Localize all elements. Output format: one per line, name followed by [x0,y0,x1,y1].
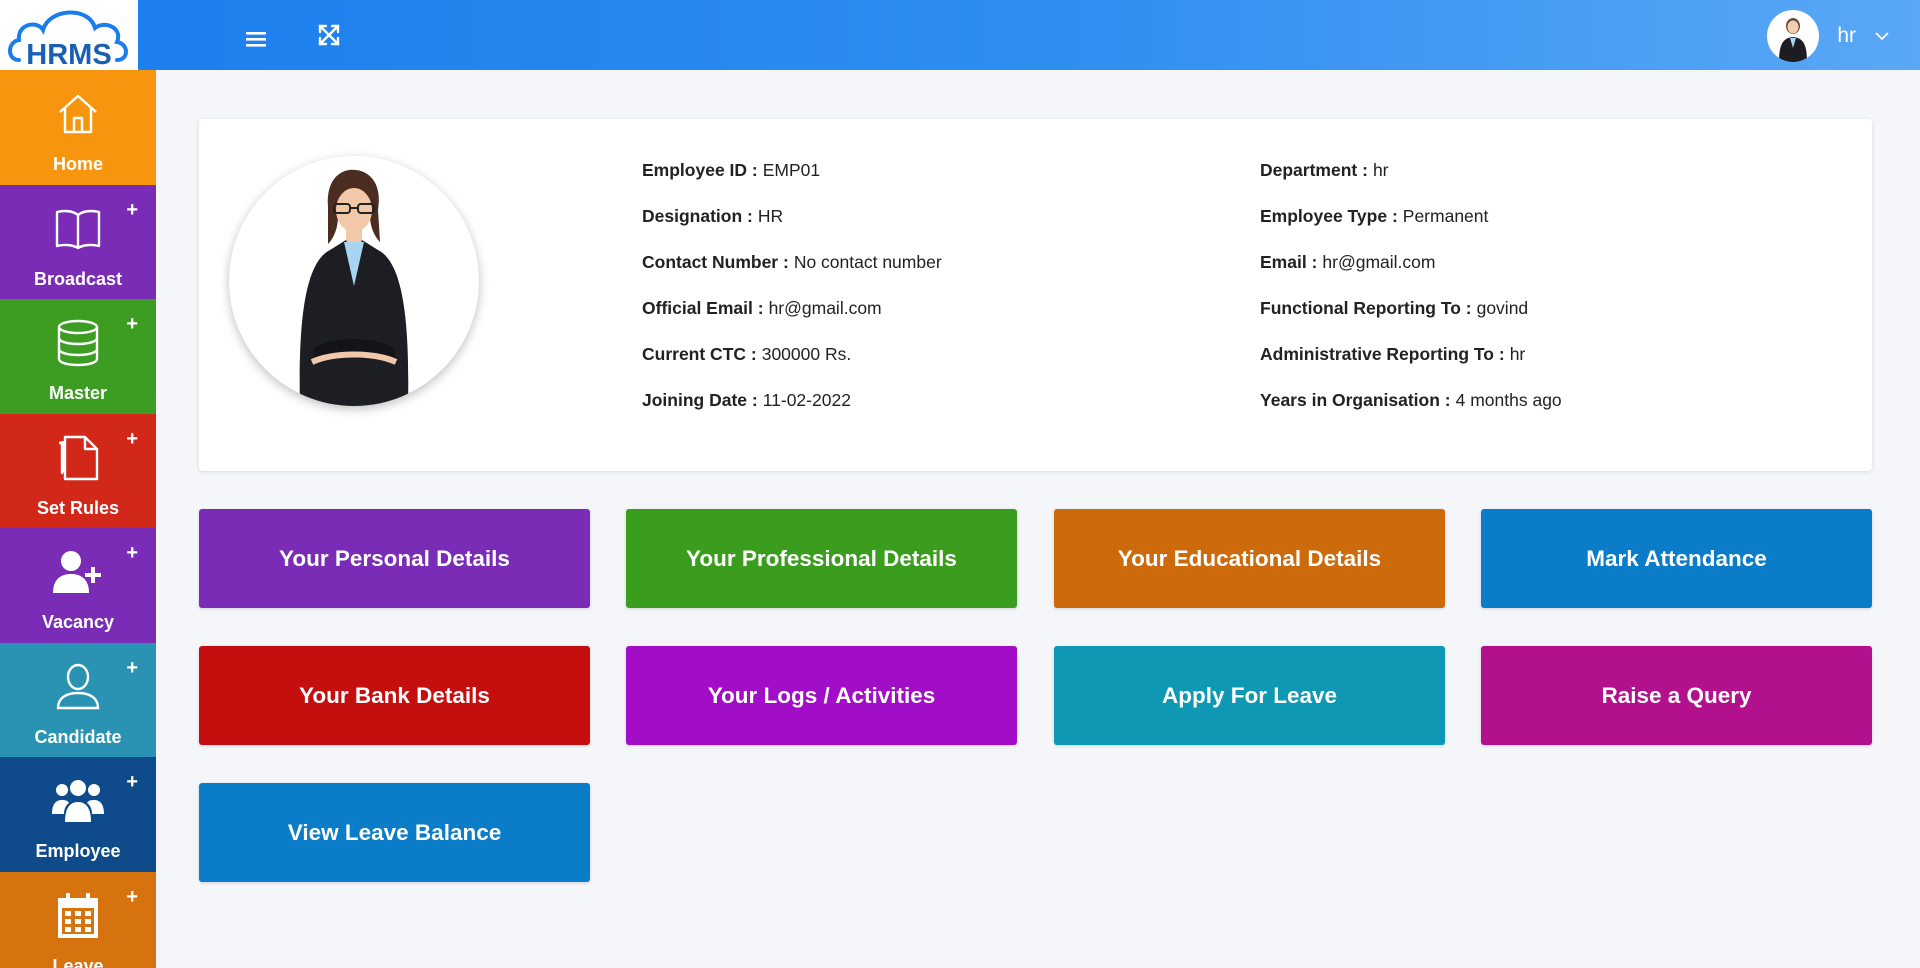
users-icon [50,773,106,829]
expand-plus-icon[interactable]: + [126,428,138,451]
sidebar-item-leave[interactable]: Leave + [0,871,156,968]
sidebar-item-employee[interactable]: Employee + [0,757,156,872]
department-row: Department : hr [1260,159,1389,180]
administrative-reporting-row: Administrative Reporting To : hr [1260,343,1526,364]
hrms-logo[interactable]: HRMS [0,0,138,70]
employee-profile-card: Employee ID : EMP01 Designation : HR Conta… [199,119,1872,471]
person-portrait-icon [299,169,409,406]
raise-query-button[interactable]: Raise a Query [1481,646,1872,745]
mark-attendance-button[interactable]: Mark Attendance [1481,509,1872,608]
hamburger-menu-icon[interactable] [241,24,271,54]
logs-activities-button[interactable]: Your Logs / Activities [626,646,1017,745]
sidebar-item-label: Home [52,154,103,174]
calendar-icon [50,888,106,944]
employee-type-row: Employee Type : Permanent [1260,205,1489,226]
apply-for-leave-button[interactable]: Apply For Leave [1054,646,1445,745]
person-avatar-icon [1779,18,1808,62]
expand-plus-icon[interactable]: + [126,542,138,565]
employee-id-row: Employee ID : EMP01 [642,159,821,180]
sidebar: Home Broadcast + Master + Set Rules + Va… [0,70,156,968]
user-avatar [1767,10,1820,62]
sidebar-item-home[interactable]: Home [0,70,156,185]
user-menu[interactable]: hr [1767,10,1890,62]
sidebar-item-label: Candidate [34,726,122,747]
sidebar-item-candidate[interactable]: Candidate + [0,642,156,757]
sidebar-item-label: Master [48,383,108,403]
sidebar-item-label: Set Rules [36,497,120,518]
employee-photo [229,156,479,406]
official-email-row: Official Email : hr@gmail.com [642,297,882,318]
expand-plus-icon[interactable]: + [126,657,138,680]
personal-details-button[interactable]: Your Personal Details [199,509,590,608]
logo-text: HRMS [26,39,111,68]
view-leave-balance-button[interactable]: View Leave Balance [199,783,590,882]
profile-info-right: Department : hr Employee Type : Permanent … [1260,147,1562,423]
email-row: Email : hr@gmail.com [1260,251,1436,272]
sidebar-item-set-rules[interactable]: Set Rules + [0,413,156,528]
educational-details-button[interactable]: Your Educational Details [1054,509,1445,608]
sidebar-item-label: Leave [52,955,104,968]
profile-info-left: Employee ID : EMP01 Designation : HR Conta… [642,147,942,423]
bank-details-button[interactable]: Your Bank Details [199,646,590,745]
top-bar: HRMS hr [0,0,1920,70]
expand-plus-icon[interactable]: + [126,771,138,794]
contact-number-row: Contact Number : No contact number [642,251,942,272]
functional-reporting-row: Functional Reporting To : govind [1260,297,1529,318]
current-ctc-row: Current CTC :300000 Rs. [642,343,852,364]
expand-plus-icon[interactable]: + [126,313,138,336]
fullscreen-expand-icon[interactable] [314,20,344,50]
expand-plus-icon[interactable]: + [126,886,138,909]
expand-plus-icon[interactable]: + [126,199,138,222]
sidebar-item-vacancy[interactable]: Vacancy + [0,528,156,643]
user-plus-icon [50,544,106,600]
years-in-organisation-row: Years in Organisation :4 months ago [1260,389,1562,410]
sidebar-item-label: Vacancy [41,612,115,632]
document-pen-icon [50,430,106,486]
sidebar-item-master[interactable]: Master + [0,299,156,414]
sidebar-item-label: Employee [35,841,121,861]
professional-details-button[interactable]: Your Professional Details [626,509,1017,608]
sidebar-item-label: Broadcast [33,268,123,289]
database-icon [50,315,106,371]
book-icon [50,201,106,257]
sidebar-item-broadcast[interactable]: Broadcast + [0,184,156,299]
user-name: hr [1837,24,1856,47]
chevron-down-icon [1875,32,1889,41]
designation-row: Designation : HR [642,205,784,226]
user-outline-icon [50,659,106,715]
home-icon [50,86,106,142]
joining-date-row: Joining Date :11-02-2022 [642,389,851,410]
cloud-logo-icon: HRMS [8,10,128,68]
